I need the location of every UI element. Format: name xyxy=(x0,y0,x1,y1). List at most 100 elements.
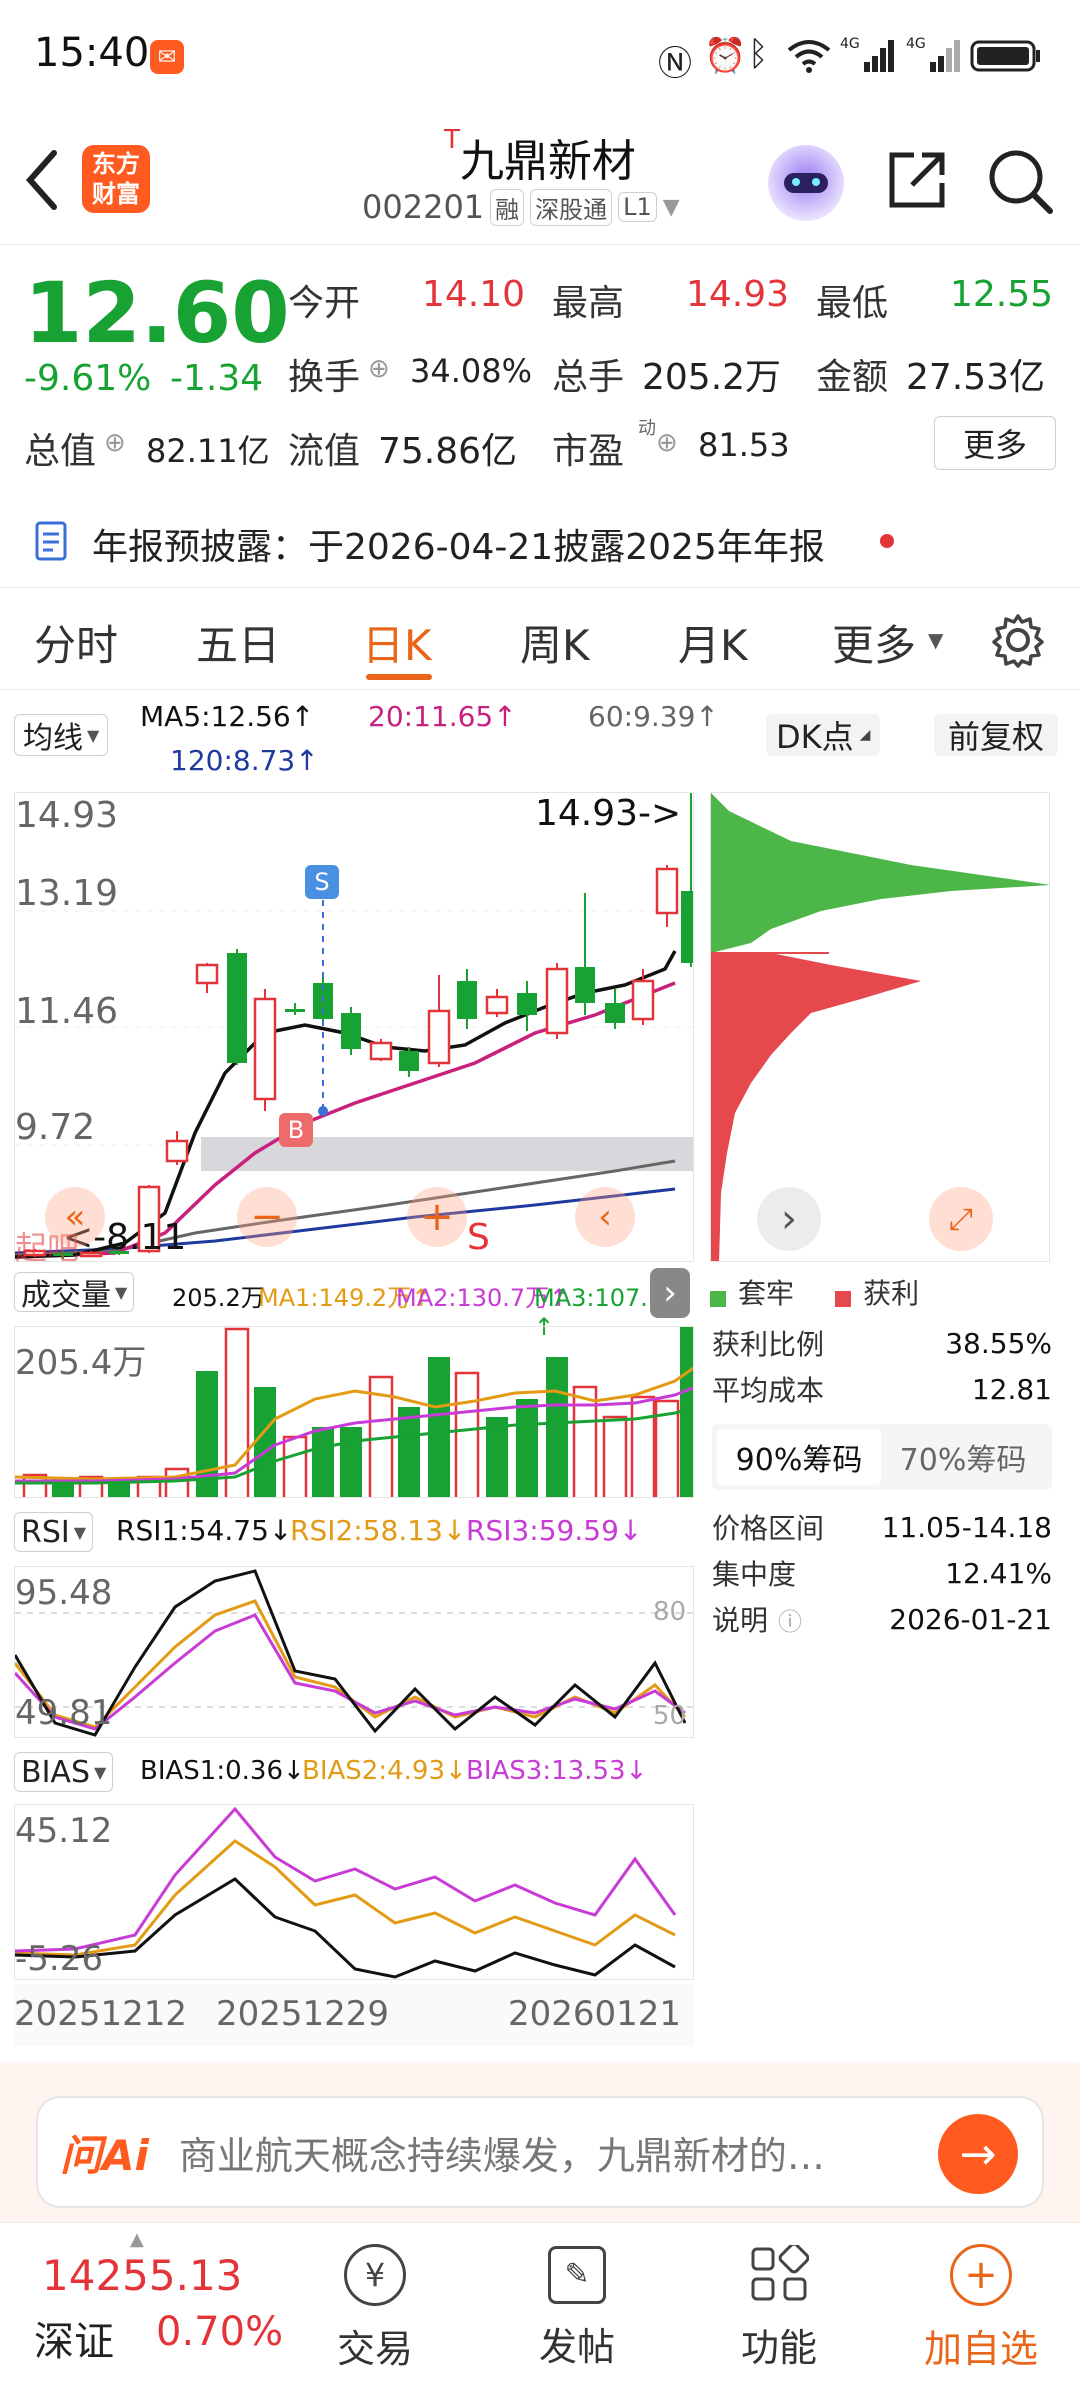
forward-adjust-button[interactable]: 前复权 xyxy=(934,714,1058,756)
candle-body xyxy=(285,1009,305,1012)
ma-dropdown-label: 均线 xyxy=(23,721,83,756)
volume-chart[interactable]: 205.4万 xyxy=(14,1326,694,1498)
more-button[interactable]: 更多 xyxy=(934,416,1056,470)
candle-body xyxy=(575,967,595,1003)
stock-t-prefix: T xyxy=(444,125,460,155)
svg-text:4G: 4G xyxy=(906,36,926,52)
candle-body xyxy=(631,979,655,1021)
volume-dropdown-label: 成交量 xyxy=(21,1278,111,1313)
tab-more[interactable]: 更多 xyxy=(832,612,916,673)
nav-post[interactable]: ✎ 发帖 xyxy=(502,2233,652,2383)
chevron-down-icon[interactable]: ▼ xyxy=(663,195,680,220)
info-icon[interactable]: ⊕ xyxy=(368,354,390,384)
minus-icon[interactable]: − xyxy=(237,1187,297,1247)
y-tick-9.72: 9.72 xyxy=(15,1107,96,1148)
volume-bar xyxy=(282,1435,308,1497)
tab-intraday[interactable]: 分时 xyxy=(34,612,118,673)
bias-y-top: 45.12 xyxy=(15,1811,113,1851)
current-price: 12.60 xyxy=(24,264,290,362)
ai-search-bar[interactable]: 问Ai 商业航天概念持续爆发，九鼎新材的… → xyxy=(36,2096,1044,2208)
search-icon[interactable] xyxy=(986,147,1056,217)
x-axis: 20251212 20251229 20260121 xyxy=(14,1984,694,2046)
bias-y-bottom: -5.26 xyxy=(15,1939,103,1979)
unread-dot xyxy=(880,534,894,548)
volume-bar xyxy=(254,1387,276,1497)
candle-body xyxy=(253,997,277,1101)
battery-icon xyxy=(970,40,1040,72)
chip-distribution-chart[interactable]: › ⤢ xyxy=(710,792,1050,1262)
gear-icon[interactable] xyxy=(990,612,1046,668)
caret-down-icon: ▼ xyxy=(928,628,944,652)
notice-bar[interactable]: 年报预披露：于2026-04-21披露2025年年报 xyxy=(0,500,1080,588)
rsi-dropdown[interactable]: RSI ▼ xyxy=(14,1512,94,1552)
corner-arrow-icon: ◢ xyxy=(859,727,871,743)
volume-bar xyxy=(428,1357,450,1497)
dk-point-button[interactable]: DK点 ◢ xyxy=(766,714,881,756)
alarm-icon: ⏰ xyxy=(704,36,747,76)
ma-dropdown[interactable]: 均线 ▼ xyxy=(14,714,109,756)
avg-cost-label: 平均成本 xyxy=(712,1374,825,1407)
float-value: 75.86亿 xyxy=(378,431,518,472)
tab-monthly-k[interactable]: 月K xyxy=(678,612,748,673)
stock-title[interactable]: T九鼎新材 xyxy=(340,125,740,189)
index-name: 深证 xyxy=(34,2319,114,2365)
info-icon[interactable]: ⊕ xyxy=(656,428,678,458)
info-icon[interactable]: ⓘ xyxy=(778,1608,802,1636)
edit-icon: ✎ xyxy=(548,2245,606,2304)
bias2-line xyxy=(15,1839,676,1957)
low-label: 最低 xyxy=(816,283,889,324)
app-logo-line1: 东方 xyxy=(92,150,140,178)
nav-add-watchlist[interactable]: + 加自选 xyxy=(906,2233,1056,2383)
rsi-header: RSI ▼ RSI1:54.75↓ RSI2:58.13↓ RSI3:59.59… xyxy=(14,1508,694,1558)
nav-trade[interactable]: ¥ 交易 xyxy=(300,2233,450,2383)
nav-functions-label: 功能 xyxy=(740,2325,817,2370)
arrow-right-icon[interactable]: → xyxy=(938,2114,1018,2194)
float-label: 流值 xyxy=(288,431,361,472)
bias-dropdown[interactable]: BIAS ▼ xyxy=(14,1752,114,1792)
back-arrow-icon[interactable] xyxy=(22,147,62,213)
tab-chip-70[interactable]: 70%筹码 xyxy=(881,1429,1045,1485)
volume-bar xyxy=(680,1327,693,1497)
candle-body xyxy=(605,1003,625,1023)
bias-chart[interactable]: 45.12 -5.26 xyxy=(14,1804,694,1980)
index-ticker[interactable]: ▲ 14255.13 深证 0.70% xyxy=(0,2223,290,2401)
candle-body xyxy=(681,891,693,963)
app-logo-line2: 财富 xyxy=(92,180,140,208)
chevron-left-icon[interactable]: ‹ xyxy=(575,1187,635,1247)
rsi-y-bottom: 49.81 xyxy=(15,1693,113,1733)
rewind-icon[interactable]: « xyxy=(45,1187,105,1247)
nav-functions[interactable]: 功能 xyxy=(704,2233,854,2383)
active-tab-indicator xyxy=(366,674,432,680)
ma5-value: MA5:12.56↑ xyxy=(140,700,315,733)
rsi3-value: RSI3:59.59↓ xyxy=(466,1514,643,1547)
share-icon[interactable] xyxy=(884,147,950,213)
tab-chip-90[interactable]: 90%筹码 xyxy=(717,1429,881,1485)
app-logo[interactable]: 东方 财富 xyxy=(82,145,150,213)
expand-icon[interactable]: ⤢ xyxy=(929,1187,993,1251)
candle-body xyxy=(655,867,679,915)
chevron-right-icon[interactable]: › xyxy=(650,1268,690,1318)
nav-post-label: 发帖 xyxy=(538,2324,615,2369)
info-icon[interactable]: ⊕ xyxy=(104,428,126,458)
plus-icon[interactable]: + xyxy=(407,1187,467,1247)
ma20-value: 20:11.65↑ xyxy=(368,700,517,733)
tab-five-day[interactable]: 五日 xyxy=(196,612,280,673)
pe-label: 市盈 xyxy=(552,431,625,472)
y-tick-14.93: 14.93 xyxy=(15,795,119,836)
grid-icon xyxy=(751,2244,809,2300)
volume-bar xyxy=(398,1407,420,1497)
chevron-right-icon[interactable]: › xyxy=(757,1187,821,1251)
stock-code-row: 002201 融 深股通 L1 ▼ xyxy=(362,187,680,227)
tab-daily-k[interactable]: 日K xyxy=(362,612,432,673)
candle-body xyxy=(341,1013,361,1049)
volume-bar xyxy=(602,1415,628,1497)
period-tabs: 分时 五日 日K 周K 月K 更多 ▼ xyxy=(0,588,1080,690)
mktcap-label: 总值 xyxy=(24,431,97,472)
rsi-chart[interactable]: 95.48 49.81 80 50 xyxy=(14,1566,694,1738)
candle-body xyxy=(545,967,569,1035)
volume-dropdown[interactable]: 成交量 ▼ xyxy=(14,1272,135,1313)
y-tick-13.19: 13.19 xyxy=(15,873,119,914)
kline-chart[interactable]: S B 14.93 13.19 11.46 9.72 14.93-> <-8.1… xyxy=(14,792,694,1262)
robot-avatar-icon[interactable] xyxy=(768,145,844,221)
tab-weekly-k[interactable]: 周K xyxy=(520,612,590,673)
